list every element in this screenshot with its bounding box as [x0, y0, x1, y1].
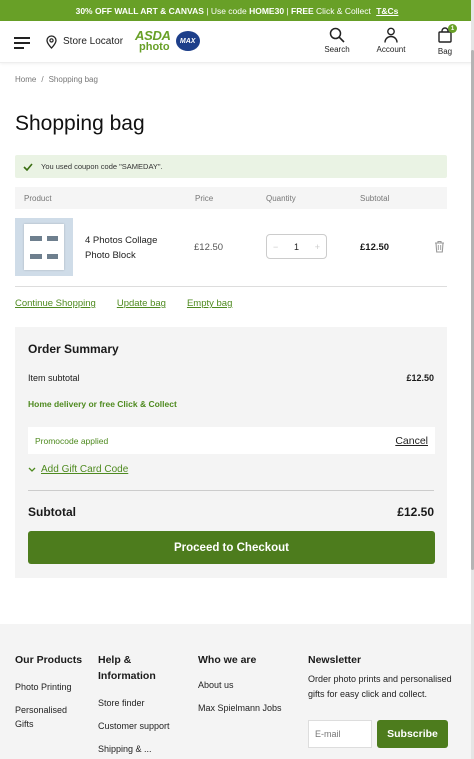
page-title: Shopping bag	[15, 112, 145, 135]
promo-offer: 30% OFF WALL ART & CANVAS	[75, 5, 204, 16]
max-spielmann-logo: MAX	[175, 31, 200, 51]
order-summary: Order Summary Item subtotal £12.50 Home …	[15, 327, 447, 578]
footer-heading-who: Who we are	[198, 654, 257, 666]
footer-heading-help: Help & Information	[98, 654, 156, 682]
newsletter-email-input[interactable]: E-mail	[308, 720, 372, 748]
header-price: Price	[195, 194, 214, 203]
site-header: Store Locator ASDA photo MAX Search Acco…	[0, 21, 474, 63]
quantity-value[interactable]: 1	[294, 242, 299, 252]
header-quantity: Quantity	[266, 194, 296, 203]
cancel-promocode-link[interactable]: Cancel	[395, 435, 428, 447]
empty-bag-link[interactable]: Empty bag	[187, 298, 232, 309]
store-locator-link[interactable]: Store Locator	[46, 34, 124, 49]
item-subtotal-amount: £12.50	[406, 373, 434, 383]
footer-newsletter: Newsletter Order photo prints and person…	[308, 652, 458, 701]
menu-icon[interactable]	[14, 36, 30, 49]
footer-link-about-us[interactable]: About us	[198, 678, 288, 692]
quantity-increase-button[interactable]: +	[315, 242, 320, 252]
footer-link-personalised-gifts[interactable]: Personalised Gifts	[15, 703, 85, 731]
product-thumbnail[interactable]	[15, 218, 73, 276]
quantity-stepper[interactable]: − 1 +	[266, 234, 327, 259]
footer-link-jobs[interactable]: Max Spielmann Jobs	[198, 701, 288, 715]
bag-label: Bag	[437, 47, 453, 56]
footer-link-customer-support[interactable]: Customer support	[98, 719, 178, 733]
subtotal-line: Subtotal £12.50	[28, 505, 434, 519]
footer-our-products: Our Products Photo Printing Personalised…	[15, 652, 85, 740]
promo-separator: | Use code	[203, 5, 250, 16]
subtotal-label: Subtotal	[28, 505, 76, 519]
footer-link-shipping[interactable]: Shipping & ...	[98, 742, 178, 756]
coupon-notice-text: You used coupon code "SAMEDAY".	[41, 162, 163, 171]
order-summary-title: Order Summary	[28, 342, 119, 356]
terms-link[interactable]: T&Cs	[376, 6, 398, 16]
update-bag-link[interactable]: Update bag	[117, 298, 166, 309]
breadcrumb-home[interactable]: Home	[15, 75, 36, 84]
delivery-info: Home delivery or free Click & Collect	[28, 399, 177, 409]
item-subtotal: £12.50	[360, 242, 390, 253]
subtotal-amount: £12.50	[397, 505, 434, 519]
product-name[interactable]: 4 Photos Collage Photo Block	[85, 233, 175, 263]
chevron-down-icon	[28, 467, 36, 472]
logo-photo-text: photo	[139, 41, 170, 53]
add-gift-card-toggle[interactable]: Add Gift Card Code	[28, 464, 128, 475]
item-subtotal-line: Item subtotal £12.50	[28, 373, 434, 383]
remove-item-button[interactable]	[434, 240, 445, 258]
newsletter-description: Order photo prints and personalised gift…	[308, 674, 452, 699]
footer-link-photo-printing[interactable]: Photo Printing	[15, 680, 85, 694]
add-gift-card-label: Add Gift Card Code	[41, 464, 129, 475]
continue-shopping-link[interactable]: Continue Shopping	[15, 298, 96, 309]
account-label: Account	[376, 45, 406, 54]
search-label: Search	[324, 45, 350, 54]
promo-banner: 30% OFF WALL ART & CANVAS | Use code HOM…	[0, 0, 474, 21]
account-button[interactable]: Account	[376, 27, 406, 56]
product-price: £12.50	[194, 242, 224, 253]
store-locator-label: Store Locator	[63, 36, 124, 47]
coupon-notice: You used coupon code "SAMEDAY".	[15, 155, 447, 178]
header-product: Product	[24, 194, 52, 203]
location-pin-icon	[46, 34, 57, 49]
header-subtotal: Subtotal	[360, 194, 390, 203]
asda-photo-logo[interactable]: ASDA photo MAX	[135, 29, 200, 53]
breadcrumb-separator: /	[41, 75, 44, 84]
bag-actions: Continue Shopping Update bag Empty bag	[15, 298, 232, 309]
footer-link-store-finder[interactable]: Store finder	[98, 696, 178, 710]
subscribe-button[interactable]: Subscribe	[377, 720, 448, 748]
bag-item-row: 4 Photos Collage Photo Block £12.50 − 1 …	[15, 210, 447, 287]
footer-heading-products: Our Products	[15, 654, 83, 666]
footer-heading-newsletter: Newsletter	[308, 654, 362, 666]
search-icon	[329, 27, 345, 43]
footer-who-we-are: Who we are About us Max Spielmann Jobs	[198, 652, 288, 724]
promo-separator-2: |	[284, 5, 291, 16]
summary-divider	[28, 490, 434, 491]
check-icon	[23, 162, 33, 171]
promocode-applied-box: Promocode applied Cancel	[28, 427, 435, 454]
site-footer: Our Products Photo Printing Personalised…	[0, 624, 474, 759]
user-icon	[384, 27, 398, 43]
breadcrumb: Home / Shopping bag	[15, 75, 98, 84]
promocode-applied-label: Promocode applied	[35, 435, 109, 446]
trash-icon	[435, 240, 444, 253]
promo-free: FREE	[291, 5, 314, 16]
quantity-decrease-button[interactable]: −	[273, 242, 278, 252]
footer-help: Help & Information Store finder Customer…	[98, 652, 178, 759]
breadcrumb-current: Shopping bag	[48, 75, 98, 84]
search-button[interactable]: Search	[322, 27, 352, 56]
bag-button[interactable]: 1 Bag	[430, 24, 460, 56]
item-subtotal-label: Item subtotal	[28, 373, 80, 383]
bag-table-header: Product Price Quantity Subtotal	[15, 187, 447, 209]
promo-code: HOME30	[249, 5, 285, 16]
bag-count-badge: 1	[448, 24, 457, 33]
proceed-to-checkout-button[interactable]: Proceed to Checkout	[28, 531, 435, 564]
promo-click-collect: Click & Collect	[313, 5, 374, 16]
